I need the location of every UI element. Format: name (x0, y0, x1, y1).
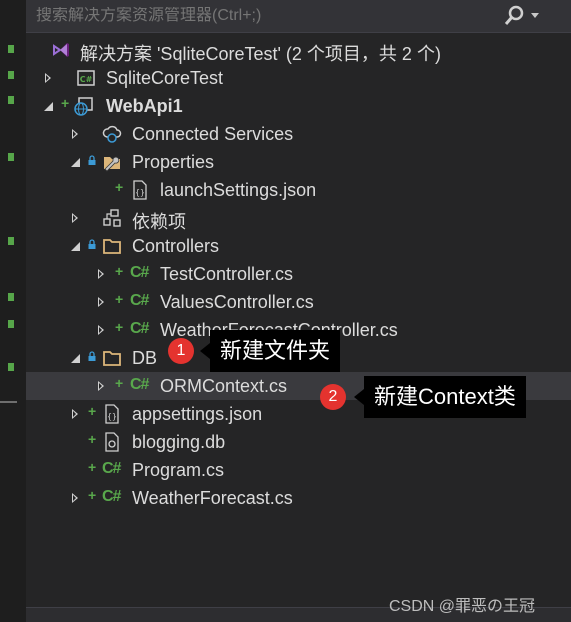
tree-item-label: DB (132, 348, 158, 368)
change-marker (8, 237, 14, 245)
step-badge-1: 1 (168, 338, 194, 364)
add-change-icon: + (115, 375, 124, 391)
visual-studio-icon (53, 43, 69, 57)
change-marker (8, 363, 14, 371)
tree-item-label: Program.cs (132, 460, 225, 480)
expand-arrow-icon[interactable] (72, 129, 78, 139)
change-marker (8, 45, 14, 53)
tree-item-label: ORMContext.cs (160, 376, 288, 396)
lock-icon (88, 239, 96, 249)
add-change-icon: + (88, 431, 97, 447)
tree-item-label: Controllers (132, 236, 220, 256)
csharp-file-icon: C# (130, 320, 149, 337)
collapse-arrow-icon[interactable] (71, 242, 80, 251)
tree-item-properties[interactable]: Properties (26, 148, 571, 176)
expand-arrow-icon[interactable] (72, 213, 78, 223)
csharp-file-icon: C# (130, 292, 149, 309)
tree-item-blogging-db[interactable]: + blogging.db (26, 428, 571, 456)
lock-icon (88, 155, 96, 165)
expand-arrow-icon[interactable] (98, 325, 104, 335)
connected-services-icon (102, 125, 122, 143)
chevron-down-icon[interactable] (529, 8, 541, 22)
tree-item-valuescontroller[interactable]: + C# ValuesController.cs (26, 288, 571, 316)
add-change-icon: + (61, 95, 70, 111)
tree-item-label: 依赖项 (132, 212, 186, 232)
expand-arrow-icon[interactable] (98, 269, 104, 279)
add-change-icon: + (115, 263, 124, 279)
change-marker (8, 153, 14, 161)
callout-new-folder: 新建文件夹 (199, 330, 341, 372)
folder-icon (103, 239, 121, 254)
csharp-project-icon: C# (77, 70, 95, 86)
lock-icon (88, 351, 96, 361)
callout-new-context-class: 新建Context类 (354, 376, 526, 418)
csharp-file-icon: C# (102, 460, 121, 477)
collapse-arrow-icon[interactable] (71, 158, 80, 167)
tree-item-label: launchSettings.json (160, 180, 317, 200)
json-file-icon: {} (105, 404, 119, 424)
tree-item-sqlitecoretest[interactable]: C# SqliteCoreTest (26, 64, 571, 92)
tree-item-launchsettings[interactable]: + {} launchSettings.json (26, 176, 571, 204)
solution-explorer: 解决方案 'SqliteCoreTest' (2 个项目，共 2 个) C# S… (26, 0, 571, 622)
tree-item-label: appsettings.json (132, 404, 263, 424)
expand-arrow-icon[interactable] (45, 73, 51, 83)
tree-item-controllers[interactable]: Controllers (26, 232, 571, 260)
expand-arrow-icon[interactable] (98, 381, 104, 391)
expand-arrow-icon[interactable] (72, 409, 78, 419)
tree-item-label: Connected Services (132, 124, 294, 144)
web-project-icon (74, 97, 93, 116)
svg-text:{}: {} (135, 188, 145, 197)
change-marker (8, 71, 14, 79)
collapse-arrow-icon[interactable] (44, 102, 53, 111)
tree-item-label: ValuesController.cs (160, 292, 314, 312)
search-icon[interactable] (503, 5, 525, 27)
add-change-icon: + (88, 459, 97, 475)
svg-text:{}: {} (107, 412, 117, 421)
expand-arrow-icon[interactable] (72, 493, 78, 503)
solution-node[interactable]: 解决方案 'SqliteCoreTest' (2 个项目，共 2 个) (26, 36, 571, 64)
scroll-indicator (0, 401, 17, 403)
tree-item-label: WeatherForecast.cs (132, 488, 293, 508)
change-marker (8, 96, 14, 104)
json-file-icon: {} (133, 180, 147, 200)
tree-item-label: WebApi1 (106, 96, 183, 116)
tree-item-testcontroller[interactable]: + C# TestController.cs (26, 260, 571, 288)
database-file-icon (105, 432, 119, 452)
tree-item-program[interactable]: + C# Program.cs (26, 456, 571, 484)
folder-icon (103, 351, 121, 366)
add-change-icon: + (88, 403, 97, 419)
step-badge-2: 2 (320, 384, 346, 410)
svg-text:C#: C# (80, 75, 93, 84)
expand-arrow-icon[interactable] (98, 297, 104, 307)
wrench-folder-icon (104, 156, 120, 172)
csharp-file-icon: C# (130, 264, 149, 281)
search-bar (26, 0, 571, 33)
tree-item-label: SqliteCoreTest (106, 68, 224, 88)
search-input[interactable] (36, 7, 476, 25)
solution-label: 解决方案 'SqliteCoreTest' (2 个项目，共 2 个) (80, 44, 441, 64)
change-marker (8, 293, 14, 301)
tree-item-dependencies[interactable]: 依赖项 (26, 204, 571, 232)
tree-item-connected-services[interactable]: Connected Services (26, 120, 571, 148)
collapse-arrow-icon[interactable] (71, 354, 80, 363)
add-change-icon: + (115, 179, 124, 195)
tree-item-label: blogging.db (132, 432, 226, 452)
tree-item-webapi1[interactable]: + WebApi1 (26, 92, 571, 120)
tree-item-weatherforecast[interactable]: + C# WeatherForecast.cs (26, 484, 571, 512)
tree-item-label: TestController.cs (160, 264, 294, 284)
add-change-icon: + (115, 319, 124, 335)
csharp-file-icon: C# (130, 376, 149, 393)
change-marker (8, 320, 14, 328)
dependencies-icon (103, 209, 121, 227)
add-change-icon: + (115, 291, 124, 307)
watermark: CSDN @罪恶の王冠 (389, 598, 536, 615)
add-change-icon: + (88, 487, 97, 503)
editor-gutter (0, 0, 26, 621)
tree-item-label: Properties (132, 152, 215, 172)
csharp-file-icon: C# (102, 488, 121, 505)
